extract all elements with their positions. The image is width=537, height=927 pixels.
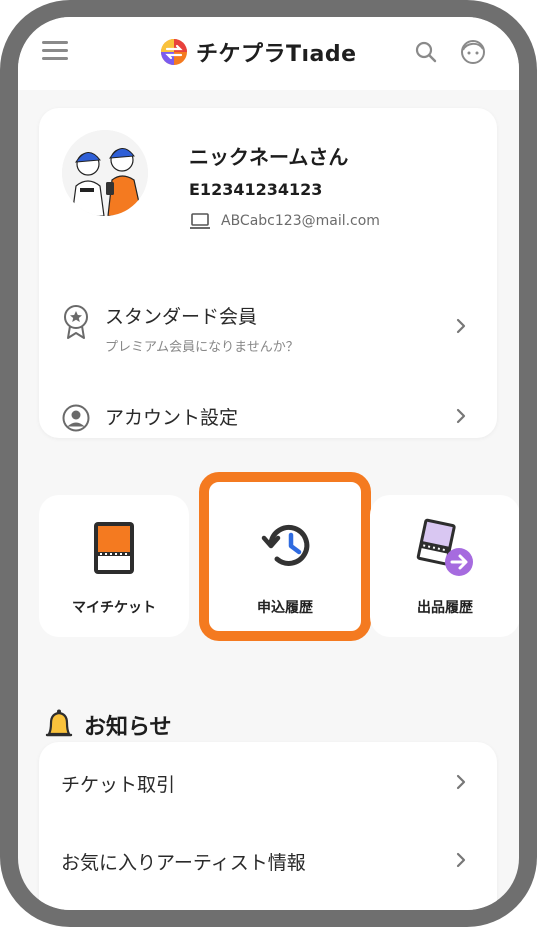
profile-card: ニックネームさん E12341234123 ABCabc123@mail.com… <box>39 108 497 438</box>
tile-my-ticket[interactable]: マイチケット <box>39 495 189 637</box>
app-header: チケプラTıade <box>18 17 519 90</box>
membership-title: スタンダード会員 <box>105 306 258 328</box>
logo-text: チケプラTıade <box>196 42 357 67</box>
hamburger-icon[interactable] <box>42 41 68 61</box>
history-icon <box>261 524 310 566</box>
account-settings-row[interactable]: アカウント設定 <box>39 401 497 447</box>
app-logo[interactable]: チケプラTıade <box>160 35 357 69</box>
tile-label: マイチケット <box>72 600 156 616</box>
user-circle-icon <box>62 404 90 432</box>
listing-history-icon <box>416 518 473 576</box>
member-id: E12341234123 <box>189 180 323 199</box>
logo-mark-icon <box>161 39 187 65</box>
chevron-right-icon <box>456 408 466 424</box>
news-list-card: チケット取引 お気に入りアーティスト情報 <box>39 742 497 910</box>
news-item-label: お気に入りアーティスト情報 <box>61 852 306 874</box>
tile-listing-history[interactable]: 出品履歴 <box>370 495 519 637</box>
email-address: ABCabc123@mail.com <box>221 213 380 229</box>
email-row: ABCabc123@mail.com <box>189 212 380 230</box>
account-settings-title: アカウント設定 <box>105 407 239 429</box>
tile-label: 申込履歴 <box>257 600 313 616</box>
news-title: お知らせ <box>84 715 172 740</box>
app-screen: チケプラTıade ニックネームさん E12341234123 ABCabc12… <box>18 17 519 910</box>
news-item-favorite-artists[interactable]: お気に入りアーティスト情報 <box>39 830 497 890</box>
face-icon[interactable] <box>458 37 488 67</box>
ticket-icon <box>94 522 134 574</box>
chevron-right-icon <box>456 318 466 334</box>
laptop-icon <box>190 213 210 229</box>
chevron-right-icon <box>456 774 466 790</box>
membership-row[interactable]: スタンダード会員 プレミアム会員になりませんか？ <box>39 292 497 362</box>
award-badge-icon <box>64 305 88 339</box>
device-frame: チケプラTıade ニックネームさん E12341234123 ABCabc12… <box>0 0 537 927</box>
bell-icon <box>45 709 73 737</box>
tile-application-history[interactable]: 申込履歴 <box>211 483 359 629</box>
avatar[interactable] <box>62 130 148 216</box>
nickname: ニックネームさん <box>189 145 349 169</box>
news-item-label: チケット取引 <box>61 774 176 796</box>
search-icon[interactable] <box>411 37 441 67</box>
membership-subtitle: プレミアム会員になりませんか？ <box>105 340 299 355</box>
avatar-illustration <box>62 130 148 216</box>
news-item-ticket-trade[interactable]: チケット取引 <box>39 752 497 812</box>
tile-label: 出品履歴 <box>417 600 473 616</box>
chevron-right-icon <box>456 852 466 868</box>
